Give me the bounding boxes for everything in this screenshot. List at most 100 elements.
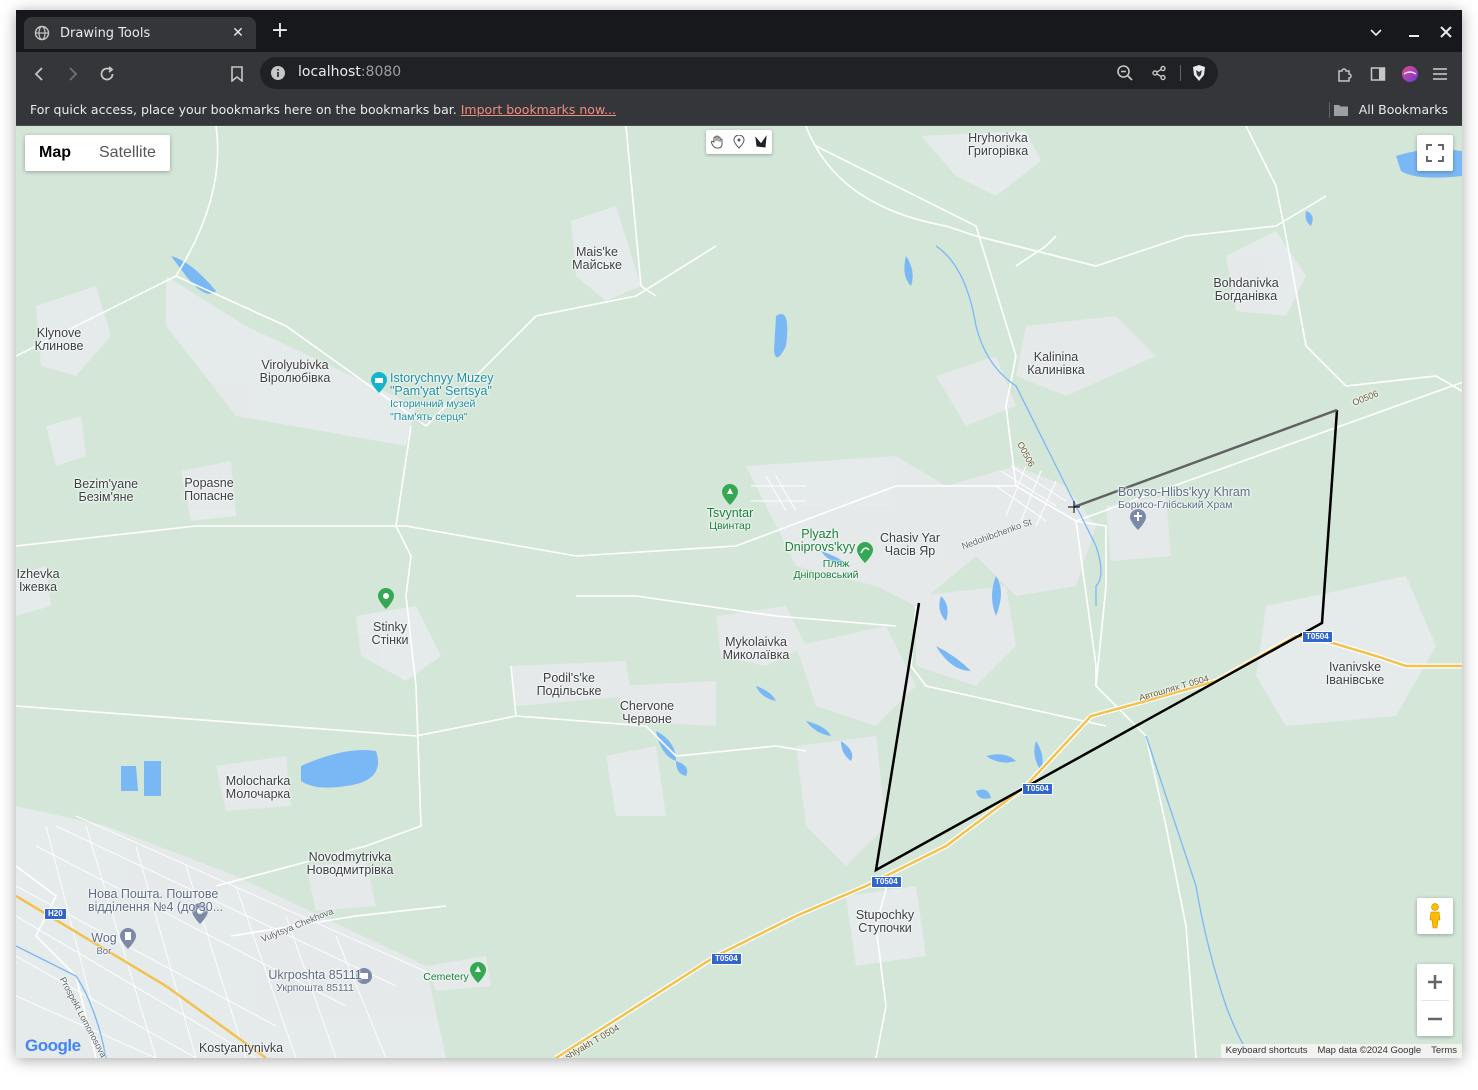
zoom-in-button[interactable] bbox=[1417, 964, 1453, 1000]
place-cyrillic: Стінки bbox=[371, 633, 409, 647]
place-hryhorivka: Hryhorivka Григорівка bbox=[968, 132, 1028, 158]
place-chasiv-yar: Chasiv Yar Часів Яр bbox=[880, 532, 940, 558]
gas-station-pin-icon[interactable] bbox=[119, 928, 137, 950]
map-type-map-button[interactable]: Map bbox=[25, 135, 85, 171]
place-virolyubivka: Virolyubivka Віролюбівка bbox=[260, 359, 331, 385]
hamburger-menu-icon bbox=[1433, 68, 1447, 80]
forward-button[interactable] bbox=[58, 60, 86, 88]
share-icon[interactable] bbox=[1150, 64, 1168, 82]
poi-cemetery[interactable]: Cemetery bbox=[423, 971, 469, 984]
poi-wog[interactable]: Wog Вог bbox=[91, 932, 116, 958]
beach-pin-icon[interactable] bbox=[856, 542, 874, 564]
place-bohdanivka: Bohdanivka Богданівка bbox=[1213, 277, 1278, 303]
place-cyrillic: Молочарка bbox=[225, 787, 291, 801]
bookmarks-message-text: For quick access, place your bookmarks h… bbox=[30, 102, 457, 117]
church-pin-icon[interactable] bbox=[1129, 509, 1147, 531]
keyboard-shortcuts-link[interactable]: Keyboard shortcuts bbox=[1221, 1044, 1313, 1058]
place-popasne: Popasne Попасне bbox=[184, 477, 234, 503]
address-bar[interactable]: localhost:8080 bbox=[260, 57, 1218, 89]
bookmarks-bar: For quick access, place your bookmarks h… bbox=[16, 94, 1462, 126]
poi-latin: Tsvyntar bbox=[706, 506, 754, 520]
place-cyrillic: Червоне bbox=[622, 712, 672, 726]
all-bookmarks-button[interactable]: All Bookmarks bbox=[1333, 102, 1448, 117]
poi-latin-2: "Pam'yat' Sertsya" bbox=[390, 384, 492, 398]
place-cyrillic: Новодмитрівка bbox=[306, 863, 394, 877]
place-novodmytrivka: Novodmytrivka Новодмитрівка bbox=[307, 851, 394, 877]
place-kostyantynivka: Kostyantynivka bbox=[199, 1042, 283, 1055]
place-podilske: Podil's'ke Подільське bbox=[537, 672, 602, 698]
close-window-button[interactable] bbox=[1434, 20, 1458, 44]
cemetery-2-pin-icon[interactable] bbox=[469, 962, 487, 984]
poi-plyazh[interactable]: Plyazh Dniprovs'kyy bbox=[785, 528, 855, 554]
sidebar-button[interactable] bbox=[1364, 60, 1392, 88]
marker-icon[interactable] bbox=[728, 130, 750, 154]
fullscreen-button[interactable] bbox=[1417, 135, 1453, 171]
poi-cyrillic: Вог bbox=[96, 946, 112, 957]
tab-search-chevron-icon[interactable] bbox=[1364, 20, 1388, 44]
street-view-pegman-button[interactable] bbox=[1417, 898, 1453, 934]
import-bookmarks-link[interactable]: Import bookmarks now... bbox=[461, 102, 616, 117]
map-type-satellite-button[interactable]: Satellite bbox=[85, 135, 170, 171]
menu-button[interactable] bbox=[1426, 60, 1454, 88]
poi-ukrposhta[interactable]: Ukrposhta 85111 Укрпошта 85111 bbox=[268, 969, 361, 995]
zoom-control bbox=[1417, 964, 1453, 1036]
puzzle-icon bbox=[1338, 68, 1352, 82]
google-logo[interactable]: Google bbox=[25, 1036, 81, 1056]
map-canvas[interactable] bbox=[16, 126, 1462, 1058]
url-port: :8080 bbox=[360, 64, 402, 80]
new-tab-button[interactable]: + bbox=[268, 20, 292, 44]
google-map[interactable]: Hryhorivka Григорівка Mais'ke Майське Bohd… bbox=[16, 126, 1462, 1058]
poi-museum[interactable]: Istorychnyy Muzey "Pam'yat' Sertsya" Істор… bbox=[390, 372, 494, 424]
polyline-icon[interactable] bbox=[750, 130, 772, 154]
park-pin-icon[interactable] bbox=[377, 588, 395, 610]
site-info-icon[interactable] bbox=[270, 65, 286, 81]
place-mykolaivka: Mykolaivka Миколаївка bbox=[723, 636, 790, 662]
place-cyrillic: Калинівка bbox=[1027, 363, 1085, 377]
place-chervone: Chervone Червоне bbox=[620, 700, 674, 726]
poi-cyrillic: Борисо-Глібський Храм bbox=[1118, 499, 1233, 511]
url-text: localhost:8080 bbox=[298, 64, 401, 80]
museum-pin-icon[interactable] bbox=[370, 372, 388, 394]
extensions-button[interactable] bbox=[1331, 60, 1359, 88]
minus-icon bbox=[1428, 1017, 1442, 1021]
globe-icon bbox=[34, 25, 50, 41]
poi-cyrillic-2: "Пам'ять серця" bbox=[390, 411, 468, 423]
back-arrow-icon bbox=[34, 67, 43, 81]
poi-tsvyntar[interactable]: Tsvyntar Цвинтар bbox=[707, 507, 754, 533]
cemetery-pin-icon[interactable] bbox=[721, 484, 739, 506]
bookmarks-divider bbox=[1329, 102, 1330, 118]
place-klynove: Klynove Клинове bbox=[35, 327, 84, 353]
tab-strip: Drawing Tools ✕ + bbox=[16, 10, 1462, 52]
reload-button[interactable] bbox=[93, 60, 121, 88]
map-attribution: Keyboard shortcuts Map data ©2024 Google… bbox=[1220, 1044, 1462, 1058]
tab-drawing-tools[interactable]: Drawing Tools ✕ bbox=[24, 17, 256, 49]
folder-icon bbox=[1333, 104, 1348, 116]
poi-khram[interactable]: Boryso-Hlibs'kyy Khram Борисо-Глібський Х… bbox=[1118, 486, 1250, 512]
place-maiske: Mais'ke Майське bbox=[572, 246, 622, 272]
road-shield-t0504-a: T0504 bbox=[1302, 631, 1333, 643]
poi-nova-poshta[interactable]: Нова Пошта. Поштове відділення №4 (до 30.… bbox=[88, 888, 223, 914]
poi-latin: Boryso-Hlibs'kyy Khram bbox=[1118, 485, 1251, 499]
place-cyrillic: Попасне bbox=[184, 489, 234, 503]
hand-icon[interactable] bbox=[706, 130, 728, 154]
terms-link[interactable]: Terms bbox=[1426, 1044, 1462, 1058]
minimize-button[interactable] bbox=[1402, 20, 1426, 44]
place-latin: Kostyantynivka bbox=[198, 1041, 284, 1055]
place-molocharka: Molocharka Молочарка bbox=[226, 775, 291, 801]
back-button[interactable] bbox=[26, 60, 54, 88]
close-icon[interactable]: ✕ bbox=[230, 25, 246, 41]
sidebar-icon bbox=[1370, 67, 1386, 81]
zoom-out-button[interactable] bbox=[1417, 1001, 1453, 1037]
bookmarks-message: For quick access, place your bookmarks h… bbox=[30, 102, 616, 117]
profile-button[interactable] bbox=[1396, 60, 1424, 88]
poi-line-2: відділення №4 (до 30... bbox=[88, 900, 224, 914]
brave-shield-icon[interactable] bbox=[1190, 64, 1208, 82]
bookmark-button[interactable] bbox=[223, 60, 251, 88]
place-stupochky: Stupochky Ступочки bbox=[856, 909, 914, 935]
forward-arrow-icon bbox=[69, 67, 78, 81]
place-cyrillic: Миколаївка bbox=[722, 648, 790, 662]
omnibox-divider bbox=[1180, 65, 1181, 81]
bookmark-icon bbox=[231, 66, 243, 82]
zoom-out-icon[interactable] bbox=[1116, 64, 1134, 82]
poi-latin-2: Dniprovs'kyy bbox=[784, 540, 856, 554]
